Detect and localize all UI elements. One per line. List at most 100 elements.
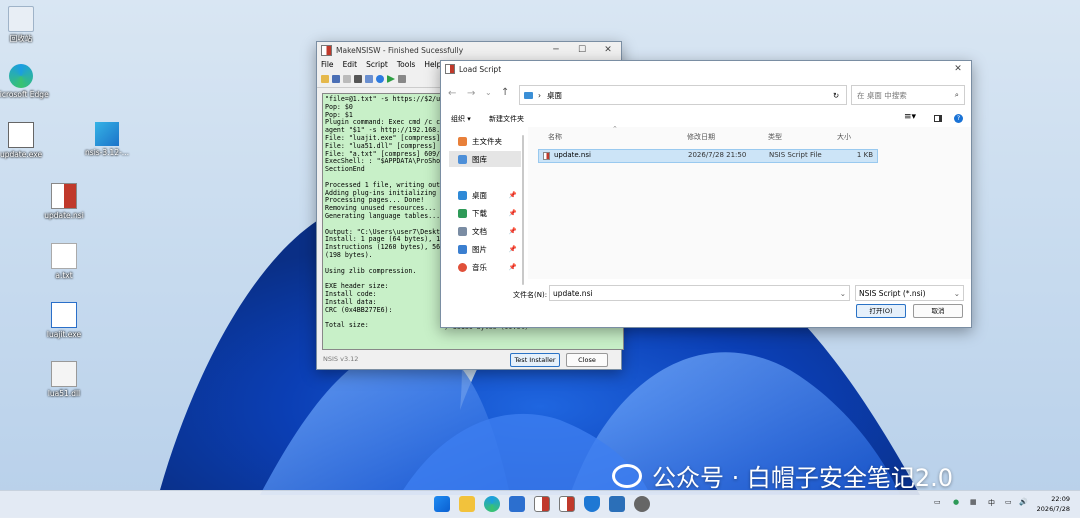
nsi-file-icon [51,183,77,209]
nav-item-downloads[interactable]: 下载 📌 [449,205,521,221]
watermark-text: 公众号 · 白帽子安全笔记2.0 [652,464,954,492]
network-icon[interactable]: ▭ [1005,498,1012,506]
filename-input[interactable]: update.nsi ⌄ [549,285,850,301]
close-dialog-button[interactable]: ✕ [945,64,971,74]
makensis-titlebar: MakeNSISW - Finished Sucessfully ─ ☐ ✕ [317,42,621,58]
chevron-down-icon[interactable]: ⌄ [840,289,846,298]
security-icon[interactable] [584,496,600,512]
notepad-icon[interactable] [609,496,625,512]
column-header-name[interactable]: 名称 [548,132,562,142]
close-window-button[interactable]: ✕ [595,45,621,55]
maximize-button[interactable]: ☐ [569,45,595,55]
forward-icon[interactable]: → [467,88,475,99]
store-icon[interactable] [509,496,525,512]
nav-item-pictures[interactable]: 图片 📌 [449,241,521,257]
column-header-date[interactable]: 修改日期 [687,132,715,142]
pin-icon: 📌 [508,227,517,235]
organize-button[interactable]: 组织 ▾ [451,114,471,124]
settings-icon[interactable] [365,75,373,83]
nav-label: 图库 [472,154,487,164]
desktop-icon-a-txt[interactable]: a.txt [34,243,94,280]
filetype-select[interactable]: NSIS Script (*.nsi) ⌄ [855,285,964,301]
taskbar: ▭ ● ▦ 中 ▭ 🔊 22:09 2026/7/28 [0,490,1080,518]
menu-tools[interactable]: Tools [397,60,415,69]
menu-script[interactable]: Script [366,60,388,69]
download-icon [458,208,467,218]
close-button[interactable]: Close [566,353,608,367]
up-icon[interactable]: ↑ [501,87,509,98]
desktop-icon-recycle-bin[interactable]: 回收站 [0,6,51,43]
volume-icon[interactable]: 🔊 [1019,498,1028,506]
address-bar[interactable]: › 桌面 ⌄ [519,85,847,105]
tray-icon-3[interactable]: ▦ [970,498,977,506]
pin-icon: 📌 [508,209,517,217]
breadcrumb-current: 桌面 [547,90,562,100]
desktop-icon-label: a.txt [55,271,73,280]
nav-item-home[interactable]: 主文件夹 [449,133,521,149]
filename-value: update.nsi [553,288,593,298]
nav-label: 桌面 [472,190,487,200]
nav-item-music[interactable]: 音乐 📌 [449,259,521,275]
nav-item-gallery[interactable]: 图库 [449,151,521,167]
load-script-dialog: Load Script ✕ ← → ⌄ ↑ › 桌面 ⌄ ↻ 在 桌面 中搜索 … [440,60,972,328]
nav-label: 图片 [472,244,487,254]
menu-file[interactable]: File [321,60,334,69]
input-language[interactable]: 中 [988,498,995,508]
desktop-icon-edge[interactable]: Microsoft Edge [0,64,51,99]
tray-icon-2[interactable]: ● [953,498,959,506]
copy-icon[interactable] [343,75,351,83]
refresh-button[interactable]: ↻ [826,85,847,105]
menu-help[interactable]: Help [424,60,441,69]
nsis-dialog-icon[interactable] [559,496,575,512]
desktop-icon-lua51-dll[interactable]: lua51.dll [34,361,94,398]
minimize-button[interactable]: ─ [543,45,569,55]
file-explorer-icon[interactable] [459,496,475,512]
desktop-icon-label: nsis-3.12-... [85,148,129,157]
file-row[interactable]: update.nsi 2026/7/28 21:50 NSIS Script F… [538,149,878,163]
settings-gear-icon[interactable] [634,496,650,512]
desktop-icon-label: Microsoft Edge [0,90,49,99]
installer-icon [8,122,34,148]
start-icon[interactable] [434,496,450,512]
run-icon[interactable] [387,75,395,83]
desktop-icon-luajit[interactable]: luajit.exe [34,302,94,339]
cancel-button[interactable]: 取消 [913,304,963,318]
refresh-icon: ↻ [832,90,840,100]
tray-icon-1[interactable]: ▭ [934,498,941,506]
new-folder-button[interactable]: 新建文件夹 [489,114,524,124]
chevron-down-icon[interactable]: ⌄ [485,88,492,97]
recycle-bin-icon [8,6,34,32]
open-icon[interactable] [321,75,329,83]
clock[interactable]: 22:09 2026/7/28 [1036,494,1070,514]
stop-icon[interactable] [398,75,406,83]
nav-scrollbar[interactable] [522,135,524,285]
help-icon[interactable]: ? [954,114,963,123]
desktop-icon-update-exe[interactable]: update.exe [0,122,51,159]
pin-icon: 📌 [508,263,517,271]
preview-pane-icon[interactable] [934,115,942,122]
edge-icon[interactable] [484,496,500,512]
browser-icon[interactable] [376,75,384,83]
filetype-value: NSIS Script (*.nsi) [859,288,926,298]
search-box[interactable]: 在 桌面 中搜索 ⌕ [851,85,965,105]
desktop-icon-label: update.nsi [44,211,84,220]
chevron-down-icon[interactable]: ⌄ [954,289,960,298]
view-menu-icon[interactable]: ≡▾ [904,112,916,122]
makensis-icon[interactable] [534,496,550,512]
back-icon[interactable]: ← [448,88,456,99]
nsis-app-icon [321,44,332,56]
desktop-icon-nsis-setup[interactable]: nsis-3.12-... [77,122,137,157]
pin-icon: 📌 [508,245,517,253]
nav-item-documents[interactable]: 文档 📌 [449,223,521,239]
find-icon[interactable] [354,75,362,83]
desktop-icon-update-nsi[interactable]: update.nsi [34,183,94,220]
menu-edit[interactable]: Edit [343,60,358,69]
save-icon[interactable] [332,75,340,83]
desktop-icon-label: update.exe [0,150,43,159]
nav-item-desktop[interactable]: 桌面 📌 [449,187,521,203]
pictures-icon [458,244,467,254]
open-button[interactable]: 打开(O) [856,304,906,318]
test-installer-button[interactable]: Test Installer [510,353,560,367]
column-header-type[interactable]: 类型 [768,132,782,142]
column-header-size[interactable]: 大小 [837,132,851,142]
